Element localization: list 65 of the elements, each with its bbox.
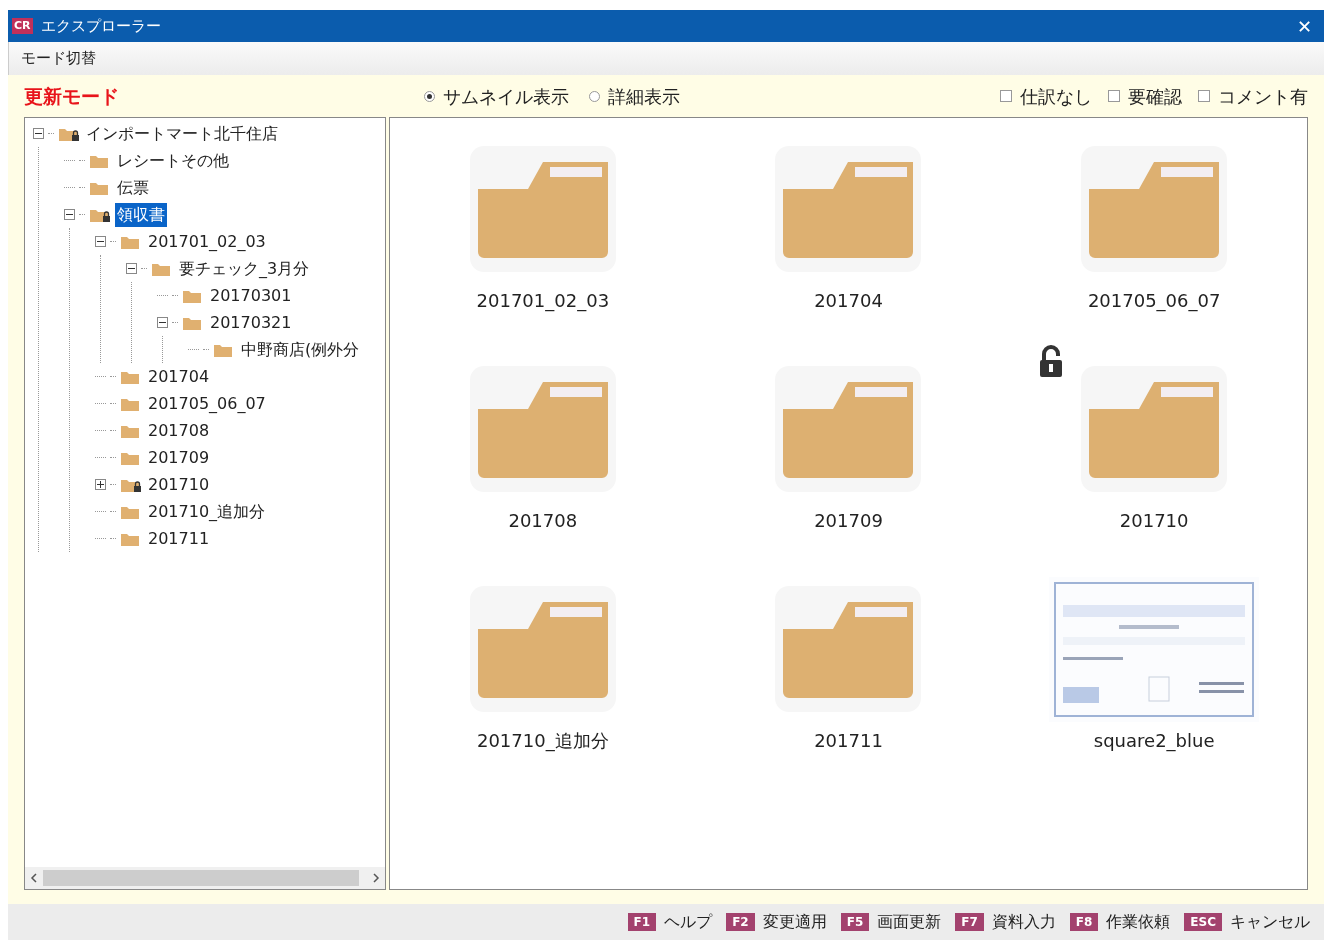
item-label[interactable]: 201708 <box>508 507 578 534</box>
function-key-button[interactable]: ESC キャンセル <box>1184 910 1310 934</box>
key-badge: F2 <box>726 913 755 931</box>
collapse-toggle-icon[interactable] <box>33 128 44 139</box>
window-title: エクスプローラー <box>40 15 161 37</box>
tree-item[interactable]: 201701_02_03 <box>146 229 268 254</box>
key-label: 資料入力 <box>991 911 1056 933</box>
tree-item[interactable]: 領収書 <box>115 202 167 227</box>
item-label[interactable]: 201704 <box>814 287 883 314</box>
item-label[interactable]: square2_blue <box>1093 727 1215 754</box>
item-label[interactable]: 201710 <box>1119 507 1189 534</box>
radio-button[interactable] <box>424 90 435 102</box>
close-button[interactable]: ✕ <box>1288 12 1320 40</box>
function-key-button[interactable]: F5 画面更新 <box>840 910 942 934</box>
expand-toggle-icon[interactable] <box>95 479 106 490</box>
collapse-toggle-icon[interactable] <box>95 236 106 247</box>
item-label[interactable]: 201701_02_03 <box>476 287 610 314</box>
function-key-button[interactable]: F7 資料入力 <box>955 910 1056 934</box>
checkbox-label: コメント有 <box>1218 84 1308 109</box>
tree-item[interactable]: 201710 <box>146 472 212 497</box>
menu-item[interactable]: モード切替 <box>21 47 96 70</box>
tree-item[interactable]: 伝票 <box>115 175 151 200</box>
function-key-button[interactable]: F1 ヘルプ <box>627 910 713 934</box>
tree-item[interactable]: 201709 <box>146 445 212 470</box>
item-label[interactable]: 201711 <box>814 727 883 754</box>
key-label: ヘルプ <box>664 911 713 933</box>
item-label[interactable]: 201710_追加分 <box>476 727 609 754</box>
tree-item[interactable]: レシートその他 <box>115 148 231 173</box>
mode-label: 更新モード <box>24 83 120 109</box>
key-label: キャンセル <box>1230 911 1310 933</box>
key-label: 作業依頼 <box>1106 911 1171 933</box>
radio-label: 詳細表示 <box>608 84 680 109</box>
checkbox[interactable] <box>1198 90 1210 102</box>
horizontal-scrollbar[interactable] <box>25 867 385 889</box>
function-key-button[interactable]: F2 変更適用 <box>726 910 827 934</box>
item-label[interactable]: 201709 <box>814 507 883 534</box>
checkbox[interactable] <box>1000 90 1012 102</box>
radio-button[interactable] <box>589 90 600 102</box>
checkbox-label: 要確認 <box>1128 84 1182 109</box>
tree-item[interactable]: インポートマート北千住店 <box>84 121 280 146</box>
key-badge: F1 <box>627 913 657 931</box>
app-badge: CR <box>12 18 33 34</box>
tree-item[interactable]: 201710_追加分 <box>146 499 268 524</box>
function-key-button[interactable]: F8 作業依頼 <box>1069 910 1171 934</box>
key-label: 画面更新 <box>877 911 942 933</box>
tree-item[interactable]: 20170321 <box>208 310 294 335</box>
tree-item[interactable]: 20170301 <box>208 283 294 308</box>
tree-item[interactable]: 要チェック_3月分 <box>177 256 312 281</box>
key-label: 変更適用 <box>762 911 827 933</box>
collapse-toggle-icon[interactable] <box>157 317 168 328</box>
key-badge: F8 <box>1069 913 1099 931</box>
key-badge: F7 <box>955 913 984 931</box>
checkbox-label: 仕訳なし <box>1020 84 1092 109</box>
collapse-toggle-icon[interactable] <box>126 263 137 274</box>
tree-item[interactable]: 201705_06_07 <box>146 391 268 416</box>
tree-item[interactable]: 201704 <box>146 364 212 389</box>
tree-item[interactable]: 201708 <box>146 418 212 443</box>
item-label[interactable]: 201705_06_07 <box>1087 287 1221 314</box>
checkbox[interactable] <box>1108 90 1120 102</box>
tree-item[interactable]: 201711 <box>146 526 212 551</box>
radio-label: サムネイル表示 <box>443 84 569 109</box>
tree-item[interactable]: 中野商店(例外分 <box>239 337 362 362</box>
collapse-toggle-icon[interactable] <box>64 209 75 220</box>
key-badge: ESC <box>1184 913 1222 931</box>
key-badge: F5 <box>840 913 870 931</box>
